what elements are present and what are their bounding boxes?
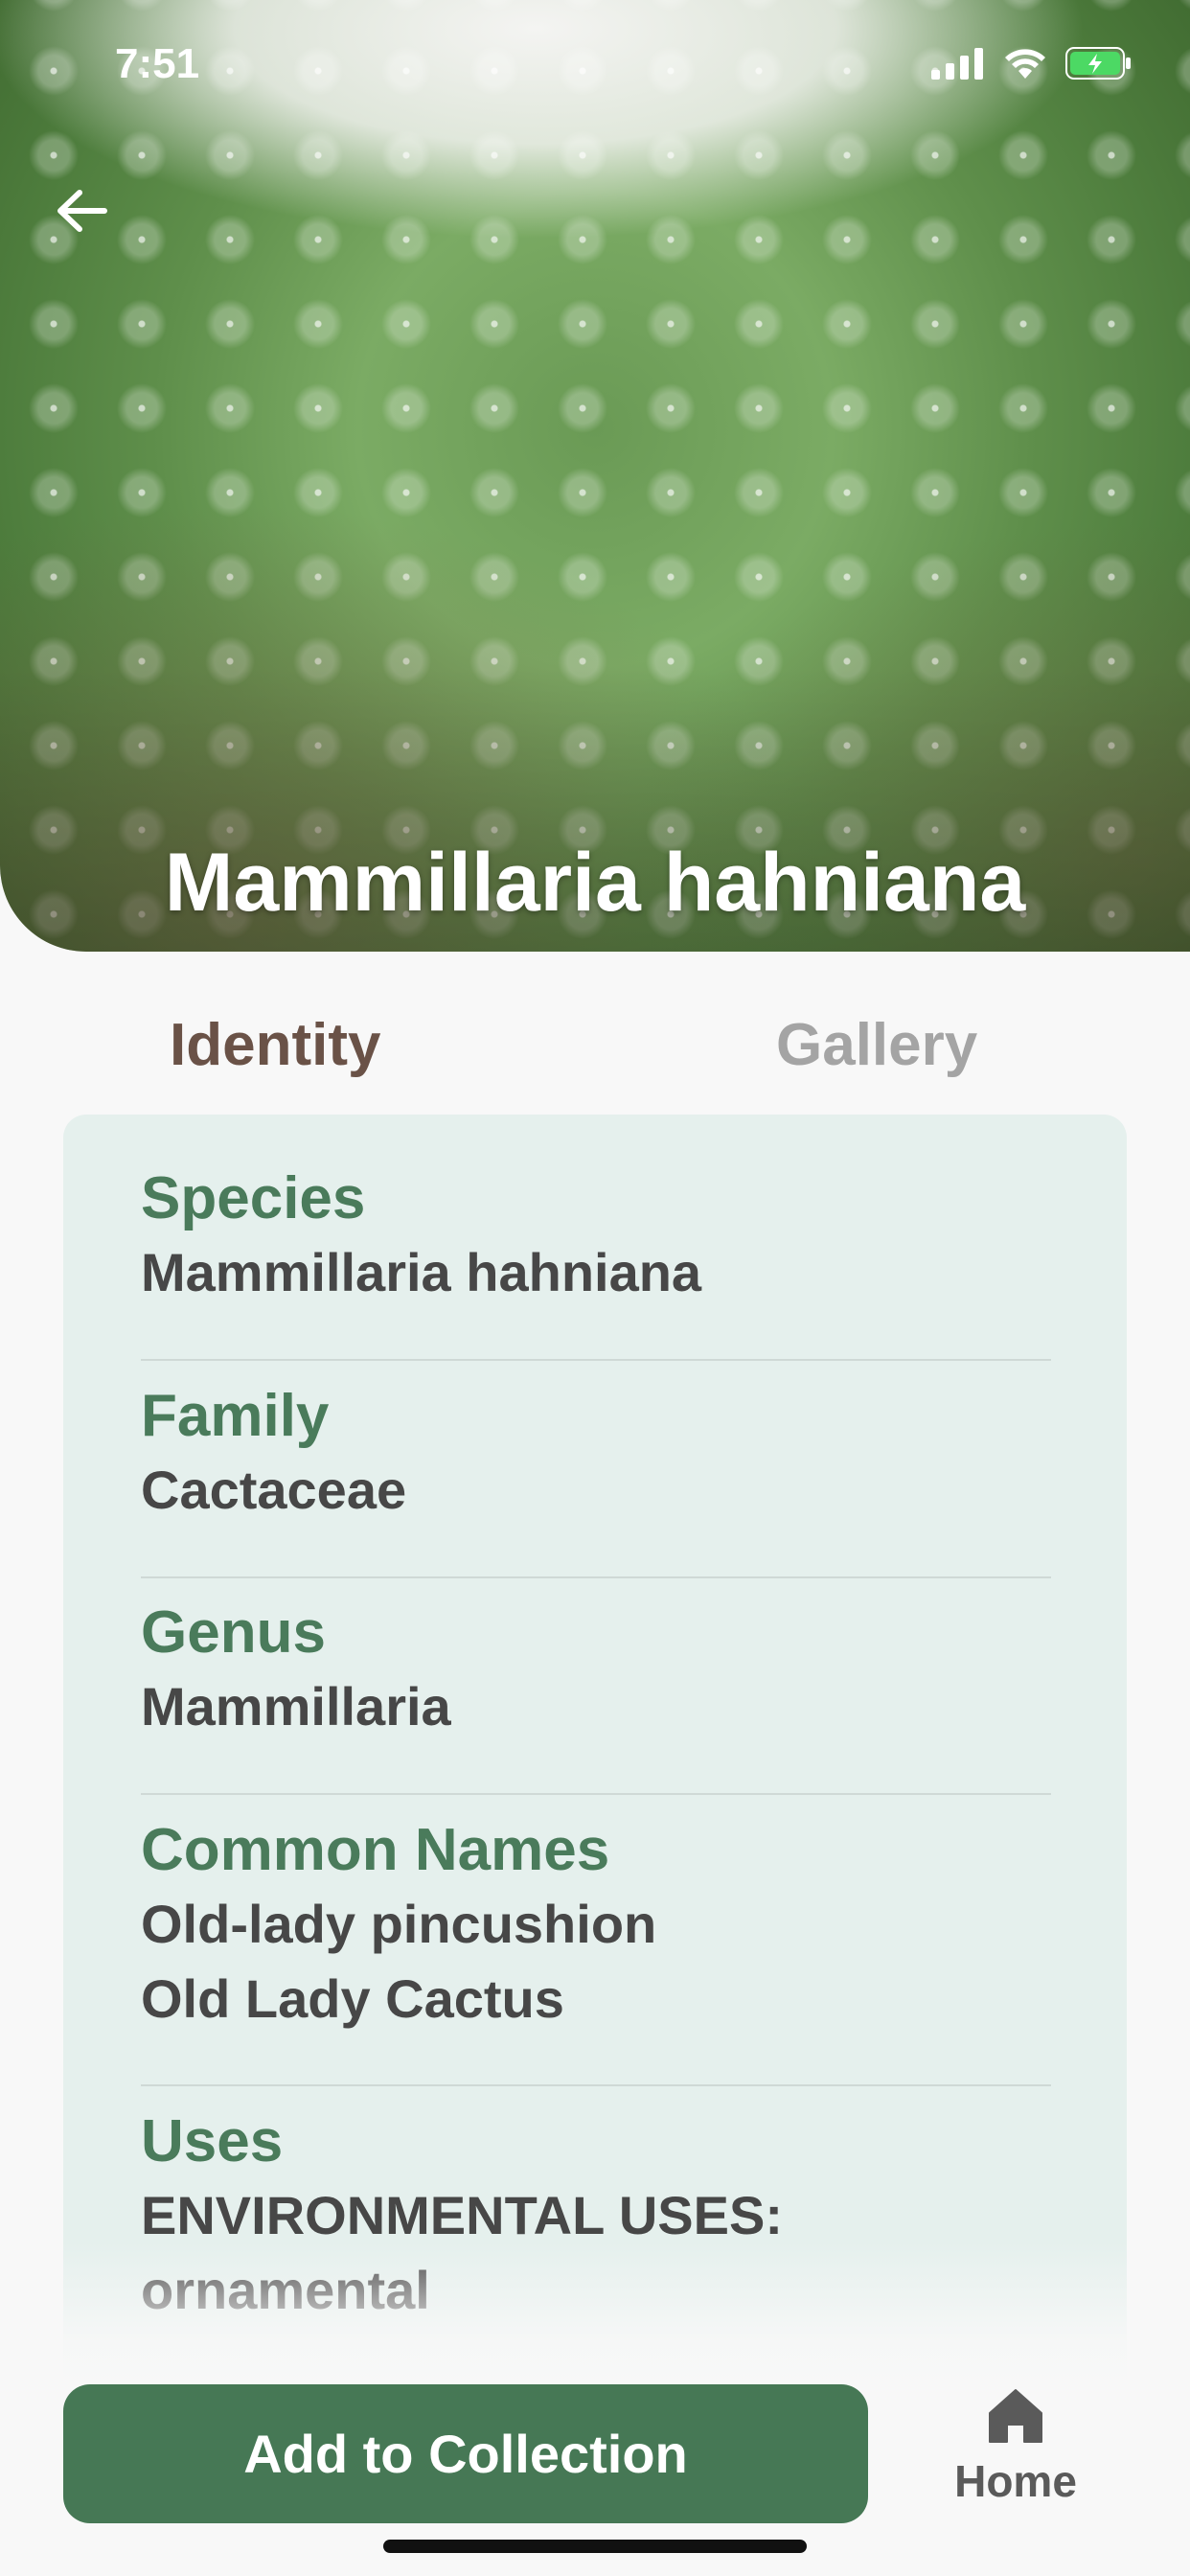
tab-bar: Identity Gallery — [0, 1011, 1190, 1088]
species-value: Mammillaria hahniana — [141, 1242, 702, 1302]
home-icon — [989, 2389, 1042, 2443]
tab-gallery[interactable]: Gallery — [776, 1011, 977, 1079]
add-to-collection-button[interactable]: Add to Collection — [63, 2384, 868, 2523]
genus-row: Genus Mammillaria — [141, 1597, 1051, 1744]
common-name-item: Old Lady Cactus — [141, 1968, 564, 2029]
home-label: Home — [954, 2456, 1077, 2506]
home-tab[interactable]: Home — [920, 2386, 1111, 2530]
wifi-icon — [1005, 49, 1045, 79]
divider — [141, 1576, 1051, 1578]
status-icons — [931, 46, 1133, 80]
home-indicator — [383, 2540, 807, 2553]
divider — [141, 1359, 1051, 1361]
signal-icon — [931, 48, 983, 80]
plant-title: Mammillaria hahniana — [164, 837, 1026, 929]
status-time: 7:51 — [115, 40, 200, 87]
battery-charging-icon — [1065, 47, 1131, 80]
family-value: Cactaceae — [141, 1460, 407, 1520]
species-label: Species — [141, 1165, 366, 1231]
species-row: Species Mammillaria hahniana — [141, 1162, 1051, 1310]
common-names-label: Common Names — [141, 1817, 610, 1883]
divider — [141, 2084, 1051, 2086]
common-names-row: Common Names Old-lady pincushion Old Lad… — [141, 1814, 1051, 2036]
genus-value: Mammillaria — [141, 1676, 451, 1736]
tab-identity[interactable]: Identity — [170, 1011, 380, 1079]
back-arrow-icon — [57, 190, 107, 232]
genus-label: Genus — [141, 1599, 326, 1666]
family-row: Family Cactaceae — [141, 1380, 1051, 1528]
back-button[interactable] — [48, 177, 115, 244]
common-name-item: Old-lady pincushion — [141, 1894, 657, 1954]
uses-label: Uses — [141, 2108, 284, 2174]
divider — [141, 1793, 1051, 1795]
hero-image: 7:51 Mammillaria hahniana — [0, 0, 1190, 952]
family-label: Family — [141, 1383, 330, 1449]
